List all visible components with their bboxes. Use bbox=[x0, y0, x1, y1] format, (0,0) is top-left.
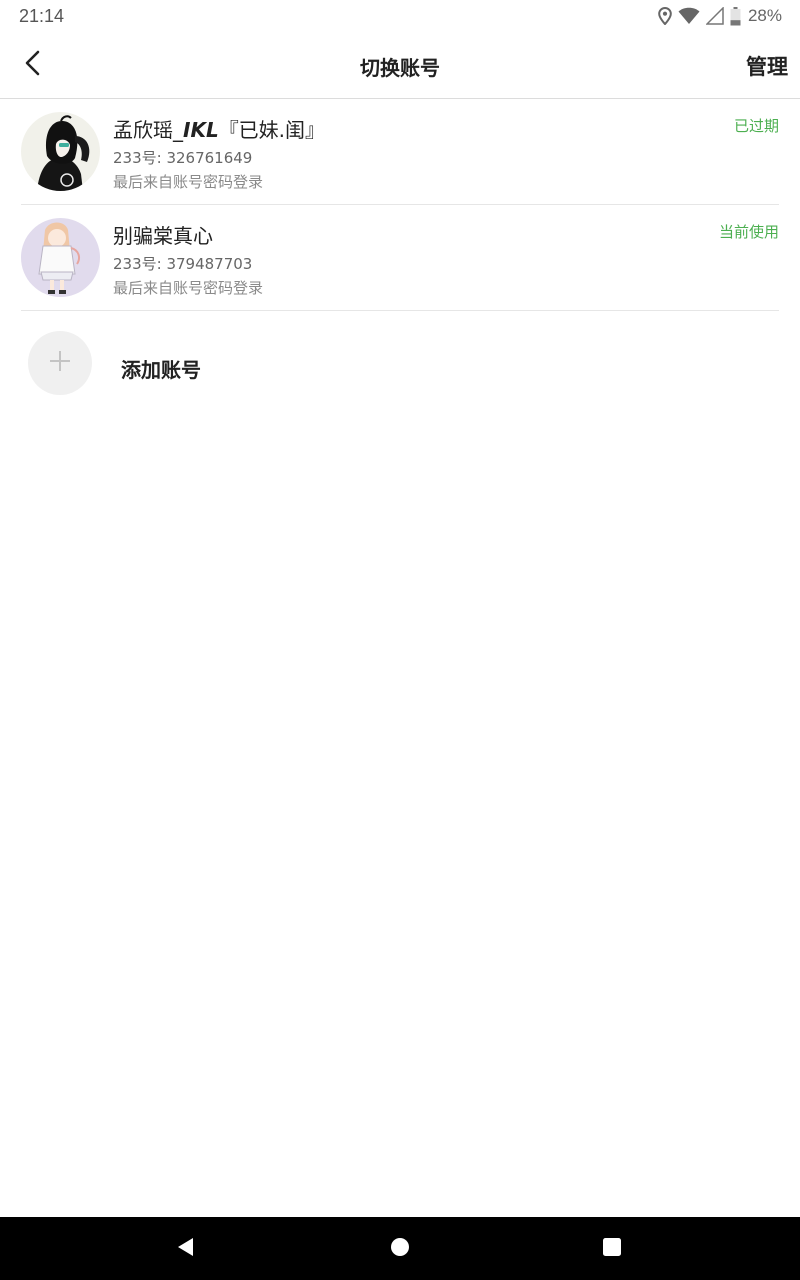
account-id: 233号: 326761649 bbox=[113, 149, 253, 167]
battery-percent: 28% bbox=[747, 6, 782, 25]
nav-recents-button[interactable] bbox=[594, 1231, 630, 1267]
account-name: 别骗棠真心 bbox=[113, 224, 213, 248]
account-login-source: 最后来自账号密码登录 bbox=[113, 173, 264, 191]
status-icons: 28% bbox=[658, 5, 782, 27]
back-triangle-icon bbox=[174, 1236, 196, 1262]
home-circle-icon bbox=[389, 1236, 411, 1262]
system-nav-bar bbox=[0, 1217, 800, 1280]
account-item[interactable]: 孟欣瑶_IKL『已妹.闺』 233号: 326761649 最后来自账号密码登录… bbox=[21, 99, 779, 205]
page-title: 切换账号 bbox=[360, 56, 440, 80]
wifi-icon bbox=[678, 7, 700, 25]
account-login-source: 最后来自账号密码登录 bbox=[113, 279, 264, 297]
avatar bbox=[21, 112, 100, 191]
account-list: 孟欣瑶_IKL『已妹.闺』 233号: 326761649 最后来自账号密码登录… bbox=[0, 99, 800, 311]
add-account-circle bbox=[28, 331, 92, 395]
nav-back-button[interactable] bbox=[167, 1231, 203, 1267]
account-name-prefix: 孟欣瑶_ bbox=[113, 118, 183, 142]
location-icon bbox=[658, 7, 672, 25]
status-bar: 21:14 28% bbox=[0, 0, 800, 34]
account-name-emphasis: IKL bbox=[183, 118, 219, 142]
account-item[interactable]: 别骗棠真心 233号: 379487703 最后来自账号密码登录 当前使用 bbox=[21, 205, 779, 311]
account-status-badge: 当前使用 bbox=[718, 223, 779, 241]
add-account-label: 添加账号 bbox=[121, 358, 201, 382]
account-status-badge: 已过期 bbox=[733, 117, 779, 135]
plus-icon bbox=[49, 350, 71, 376]
recents-square-icon bbox=[601, 1236, 623, 1262]
account-name-suffix: 『已妹.闺』 bbox=[218, 118, 326, 142]
nav-home-button[interactable] bbox=[382, 1231, 418, 1267]
manage-button[interactable]: 管理 bbox=[746, 51, 788, 81]
app-bar: 切换账号 管理 bbox=[0, 34, 800, 99]
add-account-button[interactable]: 添加账号 bbox=[21, 312, 779, 418]
signal-icon bbox=[705, 7, 724, 25]
status-time: 21:14 bbox=[19, 6, 65, 26]
battery-icon bbox=[730, 6, 741, 26]
avatar bbox=[21, 218, 100, 297]
account-name: 孟欣瑶_IKL『已妹.闺』 bbox=[113, 114, 325, 143]
account-id: 233号: 379487703 bbox=[113, 255, 253, 273]
